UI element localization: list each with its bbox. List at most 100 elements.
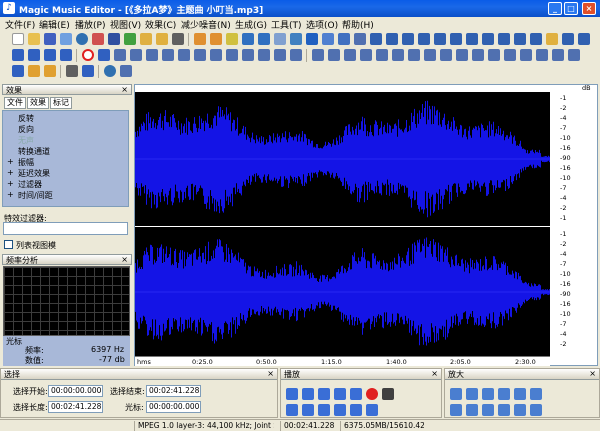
chorus-icon[interactable] [258,49,270,61]
menu-help[interactable]: 帮助(H) [342,18,374,31]
zoom-reset-icon[interactable] [482,404,494,416]
bands-icon[interactable] [456,49,468,61]
paste-mix-icon[interactable] [274,33,286,45]
menu-options[interactable]: 选项(O) [306,18,338,31]
cross-icon[interactable] [12,49,24,61]
marker-icon[interactable] [338,33,350,45]
go-start-icon[interactable] [286,404,298,416]
levels-icon[interactable] [472,49,484,61]
zoom-prev-icon[interactable] [514,404,526,416]
volume-icon[interactable] [114,49,126,61]
graph-icon[interactable] [504,49,516,61]
zoom-selection-icon[interactable] [434,33,446,45]
list-view-checkbox[interactable] [4,240,13,249]
expand-icon[interactable]: + [7,179,14,188]
reverse-icon[interactable] [210,49,222,61]
filter-high-icon[interactable] [328,49,340,61]
normalize-icon[interactable] [482,33,494,45]
record-icon[interactable] [366,388,378,400]
zoom-left-icon[interactable] [514,388,526,400]
envelope-icon[interactable] [408,49,420,61]
tab-effects[interactable]: 效果 [27,97,49,109]
menu-tools[interactable]: 工具(T) [271,18,302,31]
expand-icon[interactable]: + [7,168,14,177]
waveform-svg[interactable] [135,85,599,367]
spectrum-icon[interactable] [130,49,142,61]
highlighted-effect-icon[interactable] [82,49,94,61]
vibrato-icon[interactable] [392,49,404,61]
settings-icon[interactable] [568,49,580,61]
web-icon[interactable] [104,65,116,77]
help-icon[interactable] [578,33,590,45]
selection-start-field[interactable]: 00:00:00.000 [48,385,103,397]
pause-icon[interactable] [350,388,362,400]
zoom-out-horizontal-icon[interactable] [466,388,478,400]
copy-icon[interactable] [242,33,254,45]
list-item[interactable]: 振幅 [18,157,34,168]
compressor-icon[interactable] [360,49,372,61]
play-icon[interactable] [286,388,298,400]
record-file-icon[interactable] [92,33,104,45]
cursor-end-icon[interactable] [386,33,398,45]
zoom-in-horizontal-icon[interactable] [450,388,462,400]
zoom-next-icon[interactable] [530,404,542,416]
close-button[interactable]: × [582,2,596,15]
zoom-selection-horizontal-icon[interactable] [482,388,494,400]
zoom-in-vertical-icon[interactable] [450,404,462,416]
stretch-icon[interactable] [194,49,206,61]
batch-icon[interactable] [156,33,168,45]
selection-length-field[interactable]: 00:02:41.228 [48,401,103,413]
zoom-full-icon[interactable] [450,33,462,45]
cursor-start-icon[interactable] [370,33,382,45]
list-item[interactable]: 反向 [18,124,34,135]
swap-icon[interactable] [60,49,72,61]
distortion-icon[interactable] [376,49,388,61]
menu-file[interactable]: 文件(F) [5,18,35,31]
list-item[interactable]: 延迟效果 [18,168,50,179]
expand-icon[interactable]: + [7,190,14,199]
menu-effects[interactable]: 效果(C) [145,18,176,31]
undo-icon[interactable] [194,33,206,45]
play-selection-icon[interactable] [302,388,314,400]
tempo-icon[interactable] [178,49,190,61]
fade-in-icon[interactable] [498,33,510,45]
list-item[interactable]: 过滤器 [18,179,42,190]
plugin-icon[interactable] [120,65,132,77]
filter-input[interactable] [3,222,128,235]
reverb-icon[interactable] [290,49,302,61]
table-icon[interactable] [98,49,110,61]
waveform-editor[interactable] [134,84,598,366]
lock-icon[interactable] [546,33,558,45]
menu-view[interactable]: 视图(V) [110,18,141,31]
expand-icon[interactable]: + [7,157,14,166]
minimize-button[interactable]: _ [548,2,562,15]
flanger-icon[interactable] [274,49,286,61]
curve-icon[interactable] [44,65,56,77]
info-icon[interactable] [562,33,574,45]
print-icon[interactable] [172,33,184,45]
list-item[interactable]: 时间/间距 [18,190,53,201]
delete-icon[interactable] [306,33,318,45]
lines-icon[interactable] [520,49,532,61]
paste-icon[interactable] [258,33,270,45]
loop-icon[interactable] [28,49,40,61]
play-to-end-icon[interactable] [318,388,330,400]
spectrum-panel-close-icon[interactable]: × [121,255,128,264]
new-file-icon[interactable] [12,33,24,45]
zoom-fit-icon[interactable] [498,404,510,416]
trim-icon[interactable] [290,33,302,45]
line-icon[interactable] [44,49,56,61]
bars-icon[interactable] [536,49,548,61]
equalizer-icon[interactable] [146,49,158,61]
dc-offset-icon[interactable] [424,49,436,61]
split-icon[interactable] [12,65,24,77]
grid-icon[interactable] [82,65,94,77]
prev-marker-icon[interactable] [350,404,362,416]
loop-play-icon[interactable] [334,388,346,400]
zoom-out-vertical-icon[interactable] [466,404,478,416]
disc-icon[interactable] [108,33,120,45]
noise-gate-icon[interactable] [344,49,356,61]
open-folder-icon[interactable] [28,33,40,45]
tab-markers[interactable]: 标记 [50,97,72,109]
list-item[interactable]: 无声 [18,135,34,146]
